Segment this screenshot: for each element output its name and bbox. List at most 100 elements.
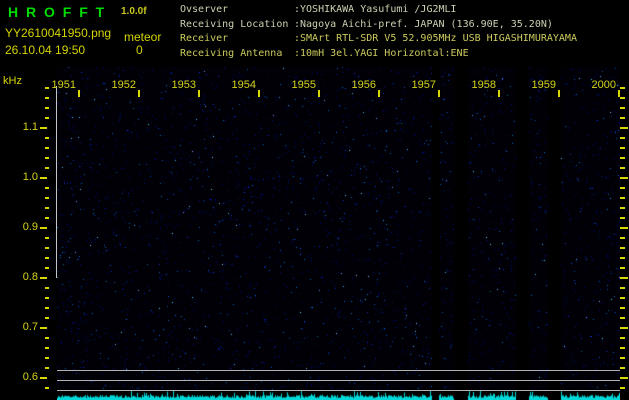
- mode-label: meteor: [124, 30, 162, 44]
- freq-axis-right-major-tick: [620, 127, 628, 129]
- time-axis-label: 1957: [411, 79, 436, 91]
- freq-axis-minor-tick: [45, 217, 49, 219]
- freq-axis-right-minor-tick: [620, 337, 625, 339]
- station-info-value: :YOSHIKAWA Yasufumi /JG2MLI: [294, 4, 457, 15]
- freq-axis-minor-tick: [45, 297, 49, 299]
- time-axis-tick: [438, 90, 440, 97]
- freq-axis-right-major-tick: [620, 177, 628, 179]
- freq-axis-right-minor-tick: [620, 187, 625, 189]
- freq-axis-right-minor-tick: [620, 207, 625, 209]
- freq-axis-right-major-tick: [620, 227, 628, 229]
- freq-axis-right-major-tick: [620, 277, 628, 279]
- time-axis-tick: [198, 90, 200, 97]
- time-axis-tick: [378, 90, 380, 97]
- freq-axis-right-minor-tick: [620, 137, 625, 139]
- freq-axis-right-minor-tick: [620, 117, 625, 119]
- app-title: H R O F F T: [8, 4, 107, 20]
- output-filename: YY2610041950.png: [5, 26, 112, 40]
- station-info-line: Receiver :SMArt RTL-SDR V5 52.905MHz USB …: [180, 32, 577, 47]
- freq-axis-label: 0.7: [22, 321, 38, 333]
- freq-axis-right-minor-tick: [620, 267, 625, 269]
- freq-axis-minor-tick: [45, 237, 49, 239]
- level-reference-line: [57, 370, 620, 371]
- freq-axis-right-minor-tick: [620, 167, 625, 169]
- freq-axis-right-minor-tick: [620, 157, 625, 159]
- app-version: 1.0.0f: [121, 6, 147, 17]
- freq-axis-major-tick: [40, 227, 47, 229]
- hrofft-window: H R O F F T 1.0.0f YY2610041950.png mete…: [0, 0, 629, 400]
- freq-axis-label: 0.9: [22, 221, 38, 233]
- time-axis-tick: [558, 90, 560, 97]
- station-info-label: Ovserver: [180, 4, 229, 15]
- time-axis-label: 1953: [171, 79, 196, 91]
- station-info-label: Receiving Location: [180, 18, 289, 30]
- freq-axis-minor-tick: [45, 207, 49, 209]
- freq-axis-right-minor-tick: [620, 257, 625, 259]
- freq-axis-major-tick: [40, 127, 47, 129]
- spectrogram-canvas: [57, 67, 620, 391]
- freq-axis-minor-tick: [45, 97, 49, 99]
- freq-axis-major-tick: [40, 177, 47, 179]
- freq-axis-minor-tick: [45, 367, 49, 369]
- station-info-value: :Nagoya Aichi-pref. JAPAN (136.90E, 35.2…: [294, 18, 553, 30]
- station-info-label: Receiver: [180, 33, 229, 45]
- freq-axis-right-minor-tick: [620, 317, 625, 319]
- time-axis-label: 1951: [51, 79, 76, 91]
- freq-axis-right-minor-tick: [620, 297, 625, 299]
- freq-axis-minor-tick: [45, 307, 49, 309]
- freq-axis-right-minor-tick: [620, 87, 625, 89]
- freq-axis-minor-tick: [45, 197, 49, 199]
- freq-axis-minor-tick: [45, 167, 49, 169]
- freq-axis-right-minor-tick: [620, 367, 625, 369]
- freq-axis-minor-tick: [45, 147, 49, 149]
- freq-axis-minor-tick: [45, 287, 49, 289]
- freq-axis-major-tick: [40, 377, 47, 379]
- freq-axis-right-minor-tick: [620, 307, 625, 309]
- time-axis-tick: [78, 90, 80, 97]
- freq-axis-label: 0.6: [22, 371, 38, 383]
- station-info-value: :SMArt RTL-SDR V5 52.905MHz USB HIGASHIM…: [294, 33, 577, 45]
- station-info-line: Receiving Location :Nagoya Aichi-pref. JA…: [180, 18, 577, 33]
- noise-level-waveform: [57, 391, 620, 400]
- freq-axis-minor-tick: [45, 107, 49, 109]
- time-axis-tick: [258, 90, 260, 97]
- station-info-value: :10mH 3el.YAGI Horizontal:ENE: [294, 48, 469, 60]
- time-axis-label: 2000: [591, 79, 616, 91]
- freq-axis-right-minor-tick: [620, 347, 625, 349]
- level-reference-line: [57, 380, 620, 381]
- freq-axis-minor-tick: [45, 257, 49, 259]
- freq-axis-minor-tick: [45, 357, 49, 359]
- freq-axis-right-minor-tick: [620, 217, 625, 219]
- freq-axis-label: 0.8: [22, 271, 38, 283]
- freq-axis-right-minor-tick: [620, 357, 625, 359]
- freq-axis-right-major-tick: [620, 377, 628, 379]
- freq-axis-major-tick: [40, 327, 47, 329]
- meteor-count: 0: [136, 43, 143, 57]
- freq-axis-minor-tick: [45, 347, 49, 349]
- time-axis-label: 1952: [111, 79, 136, 91]
- timestamp: 26.10.04 19:50: [5, 43, 86, 57]
- freq-axis-major-tick: [40, 277, 47, 279]
- freq-axis-right-minor-tick: [620, 107, 625, 109]
- freq-axis-right-minor-tick: [620, 237, 625, 239]
- station-info-block: Ovserver :YOSHIKAWA Yasufumi /JG2MLI Recei…: [180, 3, 577, 62]
- freq-axis-minor-tick: [45, 137, 49, 139]
- freq-axis-label: 1.0: [22, 171, 38, 183]
- freq-axis-right-minor-tick: [620, 247, 625, 249]
- freq-axis-minor-tick: [45, 267, 49, 269]
- freq-axis-minor-tick: [45, 247, 49, 249]
- freq-axis-right-minor-tick: [620, 387, 625, 389]
- time-axis-label: 1958: [471, 79, 496, 91]
- freq-axis-minor-tick: [45, 187, 49, 189]
- freq-axis-minor-tick: [45, 317, 49, 319]
- freq-axis-right-major-tick: [620, 327, 628, 329]
- freq-axis-line: [56, 86, 57, 278]
- station-info-label: Receiving Antenna: [180, 48, 283, 60]
- time-axis-tick: [318, 90, 320, 97]
- freq-axis-unit-label: kHz: [3, 75, 22, 87]
- time-axis-label: 1955: [291, 79, 316, 91]
- freq-axis-minor-tick: [45, 337, 49, 339]
- time-axis-tick: [498, 90, 500, 97]
- level-reference-line: [57, 390, 620, 391]
- time-axis-label: 1956: [351, 79, 376, 91]
